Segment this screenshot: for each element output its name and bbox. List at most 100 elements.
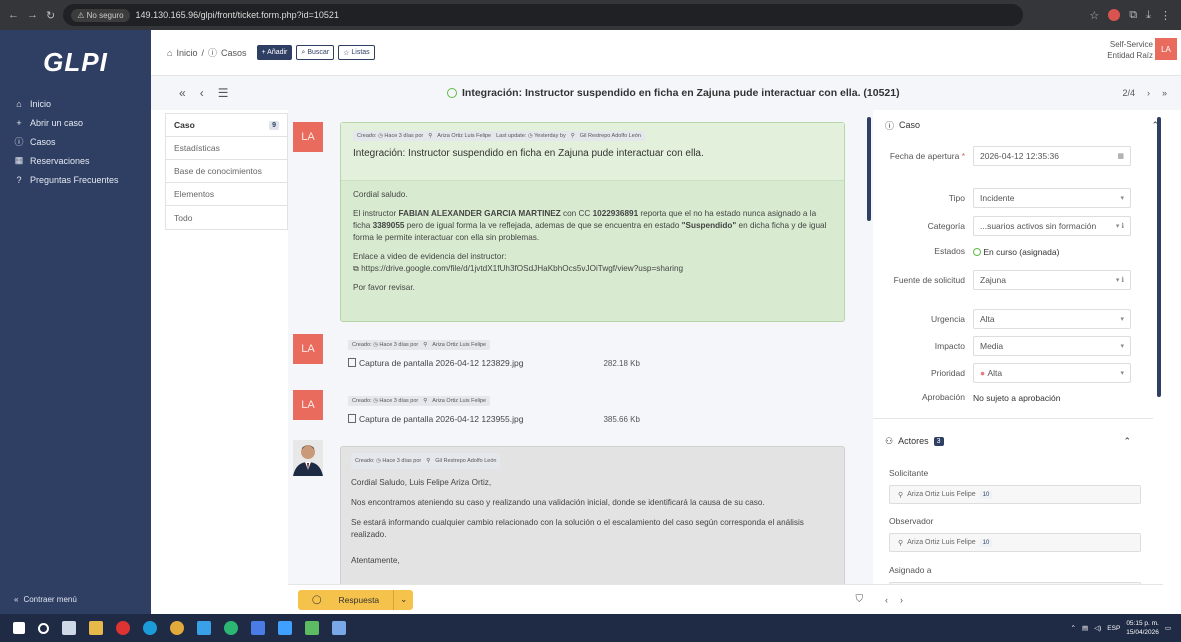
app-icon[interactable]: [197, 621, 211, 635]
impact-select[interactable]: Media ▾: [973, 336, 1131, 356]
menu-icon[interactable]: ⋮: [1160, 9, 1171, 22]
url-text: 149.130.165.96/glpi/front/ticket.form.ph…: [135, 10, 339, 20]
sidebar-item-faq[interactable]: ? Preguntas Frecuentes: [0, 170, 151, 189]
profile-selector[interactable]: Self-Service Entidad Raíz: [1107, 39, 1153, 61]
edge-icon[interactable]: [143, 621, 157, 635]
type-select[interactable]: Incidente ▾: [973, 188, 1131, 208]
clock[interactable]: 05:15 p. m. 15/04/2026: [1126, 619, 1159, 637]
timeline-scrollbar[interactable]: [867, 117, 871, 221]
lists-button[interactable]: ☆ Listas: [338, 45, 375, 60]
app-icon[interactable]: [305, 621, 319, 635]
opening-date-label: Fecha de apertura *: [889, 150, 965, 161]
star-icon[interactable]: ☆: [1089, 9, 1099, 22]
tab-base-conocimientos[interactable]: Base de conocimientos: [166, 160, 287, 183]
reload-icon[interactable]: ↻: [46, 9, 55, 22]
plus-icon: +: [16, 117, 22, 128]
collapse-menu-button[interactable]: «Contraer menú: [14, 595, 77, 604]
chevron-up-icon[interactable]: ⌃: [1071, 624, 1076, 632]
filter-icon[interactable]: ⛉: [856, 594, 864, 605]
section-caso-header[interactable]: ⓘ Caso ⌃: [873, 110, 1181, 140]
ticket-details-panel: ⓘ Caso ⌃ Fecha de apertura * 2026-04-12 12:…: [873, 110, 1181, 614]
sidebar-item-casos[interactable]: ⓘ Casos: [0, 132, 151, 151]
chevron-down-icon[interactable]: ⌄: [393, 589, 413, 610]
chrome-icon[interactable]: [170, 621, 184, 635]
details-scrollbar[interactable]: [1157, 117, 1161, 397]
info-icon[interactable]: ▾ ℹ: [1116, 276, 1124, 284]
breadcrumb-home[interactable]: Inicio: [176, 48, 197, 58]
document-link[interactable]: Captura de pantalla 2026-04-12 123829.jp…: [348, 358, 523, 368]
double-chevron-right-icon[interactable]: »: [1162, 88, 1167, 98]
breadcrumb-cases[interactable]: Casos: [221, 48, 247, 58]
app-icon[interactable]: [332, 621, 346, 635]
answer-button[interactable]: ◯ Respuesta ⌄: [298, 589, 414, 610]
file-size: 385.66 Kb: [603, 414, 640, 424]
panel-nav: ‹ ›: [873, 584, 1163, 614]
image-file-icon: [348, 414, 356, 423]
observer-field[interactable]: ⚲ Ariza Ortiz Luis Felipe 10: [889, 533, 1141, 552]
ticket-tabs: Caso 9 Estadísticas Base de conocimientos…: [165, 113, 288, 230]
tab-elementos[interactable]: Elementos: [166, 183, 287, 206]
requester-field[interactable]: ⚲ Ariza Ortiz Luis Felipe 10: [889, 485, 1141, 504]
windows-start-icon[interactable]: [13, 622, 25, 634]
language-indicator[interactable]: ESP: [1107, 625, 1120, 632]
double-chevron-left-icon[interactable]: «: [179, 86, 186, 100]
volume-icon[interactable]: ◁): [1094, 624, 1101, 632]
sidebar-item-inicio[interactable]: ⌂ Inicio: [0, 94, 151, 113]
file-explorer-icon[interactable]: [89, 621, 103, 635]
urgency-select[interactable]: Alta ▾: [973, 309, 1131, 329]
video-link[interactable]: ⧉ https://drive.google.com/file/d/1jvtdX…: [353, 263, 832, 275]
opening-date-field[interactable]: 2026-04-12 12:35:36 ▦: [973, 146, 1131, 166]
image-file-icon: [348, 358, 356, 367]
chevron-left-icon[interactable]: ‹: [885, 595, 888, 605]
comment-icon: ◯: [312, 594, 322, 604]
extensions-icon[interactable]: ⧉: [1129, 9, 1137, 22]
avatar: LA: [293, 390, 323, 420]
app-icon[interactable]: [278, 621, 292, 635]
tab-estadisticas[interactable]: Estadísticas: [166, 137, 287, 160]
sidebar-item-abrir-caso[interactable]: + Abrir un caso: [0, 113, 151, 132]
status-circle-icon: [973, 247, 981, 256]
forward-icon[interactable]: →: [27, 9, 38, 22]
address-bar[interactable]: ⚠ No seguro 149.130.165.96/glpi/front/ti…: [63, 4, 1024, 26]
chevron-right-icon[interactable]: ›: [1147, 88, 1150, 98]
chevron-down-icon: ▾: [1120, 316, 1124, 323]
user-avatar[interactable]: LA: [1155, 38, 1177, 60]
network-icon[interactable]: ▤: [1082, 624, 1088, 632]
users-icon: ⚇: [885, 435, 894, 446]
followup: Creado: ◷ Hace 3 días por ⚲ Gil Restrepo A…: [340, 446, 845, 584]
user-icon: ⚲: [428, 133, 433, 139]
glpi-logo[interactable]: GLPI: [0, 30, 151, 94]
page-title: Integración: Instructor suspendido en fi…: [447, 87, 900, 99]
chevron-right-icon[interactable]: ›: [900, 595, 903, 605]
task-view-icon[interactable]: [62, 621, 76, 635]
section-actors-header[interactable]: ⚇ Actores 3 ⌃: [873, 426, 1153, 456]
priority-select[interactable]: ● Alta ▾: [973, 363, 1131, 383]
back-icon[interactable]: ←: [8, 9, 19, 22]
app-icon[interactable]: [251, 621, 265, 635]
add-button[interactable]: + Añadir: [256, 45, 293, 60]
ticket-description: Creado: ◷ Hace 3 días por ⚲ Ariza Ortiz L…: [340, 122, 845, 322]
search-button[interactable]: ⌕ Buscar: [296, 45, 335, 60]
tab-todo[interactable]: Todo: [166, 206, 287, 229]
calendar-icon[interactable]: ▦: [1117, 152, 1124, 160]
ticket-titlebar: « ‹ ☰ Integración: Instructor suspendido…: [151, 76, 1181, 110]
sidebar-item-reservaciones[interactable]: ▦ Reservaciones: [0, 151, 151, 170]
not-secure-badge[interactable]: ⚠ No seguro: [71, 8, 130, 22]
download-icon[interactable]: ⤓: [1146, 9, 1151, 22]
notification-icon[interactable]: ▭: [1165, 624, 1171, 632]
search-icon[interactable]: [38, 622, 49, 634]
list-icon[interactable]: ☰: [218, 86, 229, 100]
source-select[interactable]: Zajuna ▾ ℹ: [973, 270, 1131, 290]
document-item: Creado: ◷ Hace 3 días por ⚲ Ariza Ortiz Lu…: [348, 394, 640, 424]
tab-caso[interactable]: Caso 9: [166, 114, 287, 137]
document-link[interactable]: Captura de pantalla 2026-04-12 123955.jp…: [348, 414, 523, 424]
chevron-left-icon[interactable]: ‹: [200, 86, 204, 100]
user-icon: ⚲: [423, 342, 428, 348]
category-select[interactable]: ...suarios activos sin formación ▾ ℹ: [973, 216, 1131, 236]
extension-icon[interactable]: [1108, 9, 1121, 21]
info-icon[interactable]: ▾ ℹ: [1116, 222, 1124, 230]
app-icon[interactable]: [224, 621, 238, 635]
opera-icon[interactable]: [116, 621, 130, 635]
home-icon: ⌂: [167, 47, 173, 58]
user-icon: ⚲: [898, 539, 904, 547]
